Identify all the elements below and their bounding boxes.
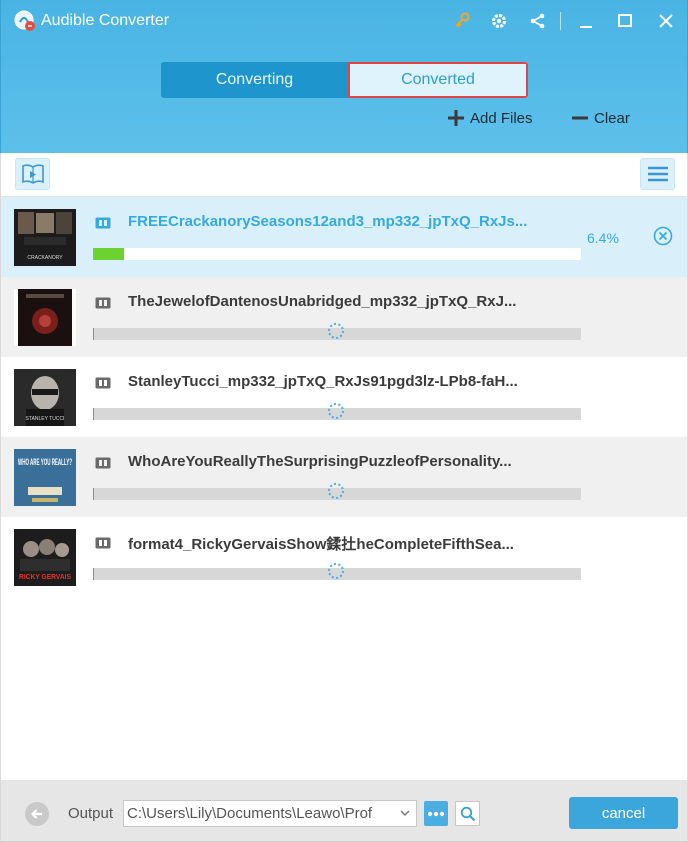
search-icon [460, 806, 475, 821]
progress-bar [93, 248, 581, 260]
arrow-left-icon [30, 809, 42, 819]
clear-label: Clear [594, 109, 630, 127]
list-item[interactable]: RICKY GERVAIS format4_RickyGervaisShow鍒扗… [1, 517, 687, 597]
minimize-icon[interactable] [575, 10, 597, 32]
item-title: format4_RickyGervaisShow鍒扗heCompleteFift… [128, 536, 514, 553]
cover-text: WHO ARE YOU REALLY? [18, 457, 72, 467]
loading-spinner-icon [327, 482, 345, 500]
tab-converting[interactable]: Converting [161, 62, 348, 98]
item-title: StanleyTucci_mp332_jpTxQ_RxJs91pgd3lz-LP… [128, 373, 518, 390]
item-title: FREECrackanorySeasons12and3_mp332_jpTxQ_… [128, 213, 528, 230]
book-play-icon [21, 164, 44, 184]
audiobook-icon [95, 216, 111, 229]
remove-item-icon[interactable] [653, 226, 673, 246]
footer-bar: Output C:\Users\Lily\Documents\Leawo\Pro… [0, 780, 688, 842]
cover-thumbnail: RICKY GERVAIS [14, 529, 76, 586]
cover-thumbnail: STANLEY TUCCI [14, 369, 76, 426]
open-folder-button[interactable] [455, 801, 480, 826]
chevron-down-icon [400, 810, 410, 816]
item-title: TheJewelofDantenosUnabridged_mp332_jpTxQ… [128, 293, 517, 310]
output-path-value: C:\Users\Lily\Documents\Leawo\Prof [127, 805, 373, 822]
cover-text: STANLEY TUCCI [26, 416, 65, 422]
tab-bar: Converting Converted [161, 62, 528, 98]
cancel-button[interactable]: cancel [569, 797, 678, 829]
cover-thumbnail: WHO ARE YOU REALLY? [14, 449, 76, 506]
browse-folder-button[interactable] [424, 801, 448, 826]
audiobook-icon [95, 376, 111, 389]
clear-button[interactable]: Clear [570, 108, 630, 128]
minus-icon [572, 116, 588, 120]
title-separator [560, 12, 561, 30]
share-icon[interactable] [527, 10, 549, 32]
cover-thumbnail: CRACKANORY [14, 209, 76, 266]
audiobook-icon [95, 456, 111, 469]
loading-spinner-icon [327, 322, 345, 340]
audiobook-library-button[interactable] [15, 158, 50, 190]
list-item[interactable]: STANLEY TUCCI StanleyTucci_mp332_jpTxQ_R… [1, 357, 687, 437]
cover-text: CRACKANORY [27, 255, 63, 261]
item-title: WhoAreYouReallyTheSurprisingPuzzleofPers… [128, 453, 512, 470]
list-toolbar [0, 153, 688, 197]
title-header: Audible Converter Converting Converted A… [0, 0, 688, 153]
add-files-button[interactable]: Add Files [446, 108, 533, 128]
key-icon[interactable] [451, 10, 473, 32]
app-title: Audible Converter [41, 12, 170, 29]
output-path-select[interactable]: C:\Users\Lily\Documents\Leawo\Prof [123, 800, 417, 827]
conversion-list: CRACKANORY FREECrackanorySeasons12and3_m… [0, 197, 688, 780]
back-button[interactable] [25, 802, 49, 826]
audiobook-icon [95, 296, 111, 309]
hamburger-icon [647, 166, 668, 182]
cover-thumbnail [14, 289, 76, 346]
app-logo-icon [13, 9, 37, 33]
more-dots-icon [427, 811, 445, 816]
cover-text: RICKY GERVAIS [19, 574, 71, 581]
plus-icon [448, 110, 464, 126]
loading-spinner-icon [327, 402, 345, 420]
tab-converted[interactable]: Converted [348, 62, 528, 98]
menu-button[interactable] [640, 158, 675, 190]
audiobook-icon [95, 536, 111, 549]
progress-percent: 6.4% [587, 230, 619, 246]
close-icon[interactable] [655, 10, 677, 32]
loading-spinner-icon [327, 562, 345, 580]
progress-fill [93, 248, 125, 260]
list-item[interactable]: WHO ARE YOU REALLY? WhoAreYouReallyTheSu… [1, 437, 687, 517]
gear-icon[interactable] [488, 10, 510, 32]
maximize-icon[interactable] [614, 10, 636, 32]
add-files-label: Add Files [470, 109, 533, 127]
list-item[interactable]: TheJewelofDantenosUnabridged_mp332_jpTxQ… [1, 277, 687, 357]
output-label: Output [68, 805, 114, 822]
list-item[interactable]: CRACKANORY FREECrackanorySeasons12and3_m… [1, 197, 687, 277]
